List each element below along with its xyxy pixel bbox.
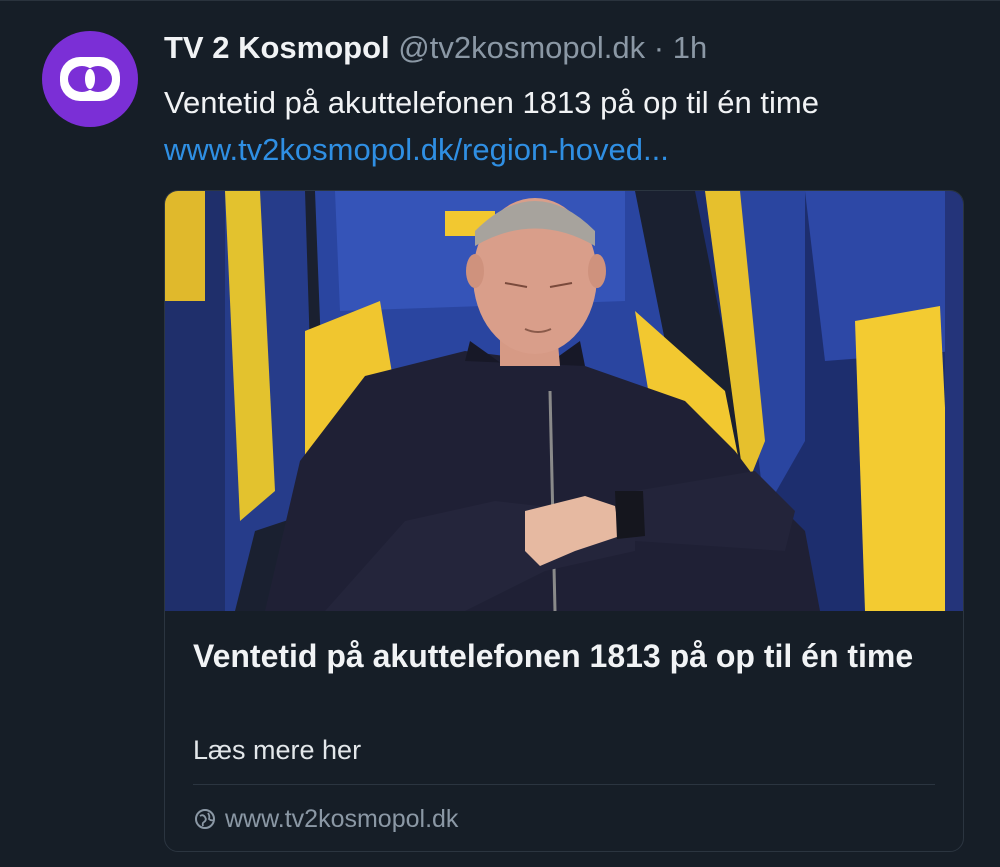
card-domain-text: www.tv2kosmopol.dk xyxy=(225,804,459,833)
card-description: Læs mere her xyxy=(193,735,362,765)
card-title[interactable]: Ventetid på akuttelefonen 1813 på op til… xyxy=(193,635,933,678)
post-time[interactable]: 1h xyxy=(673,30,707,65)
card-domain[interactable]: www.tv2kosmopol.dk xyxy=(193,801,458,837)
post-header: TV 2 Kosmopol @tv2kosmopol.dk · 1h xyxy=(164,27,707,69)
post[interactable]: TV 2 Kosmopol @tv2kosmopol.dk · 1h Vente… xyxy=(0,0,1000,867)
card-image[interactable] xyxy=(165,191,963,611)
separator: · xyxy=(653,30,665,65)
tv2-logo-icon xyxy=(60,57,120,101)
post-text: Ventetid på akuttelefonen 1813 på op til… xyxy=(164,85,819,120)
card-divider xyxy=(193,784,935,785)
post-link[interactable]: www.tv2kosmopol.dk/region-hoved... xyxy=(164,130,669,170)
avatar[interactable] xyxy=(42,31,138,127)
link-preview-card[interactable]: Ventetid på akuttelefonen 1813 på op til… xyxy=(164,190,964,852)
author-handle[interactable]: @tv2kosmopol.dk xyxy=(398,30,645,65)
display-name[interactable]: TV 2 Kosmopol xyxy=(164,30,390,65)
globe-icon xyxy=(195,809,215,829)
